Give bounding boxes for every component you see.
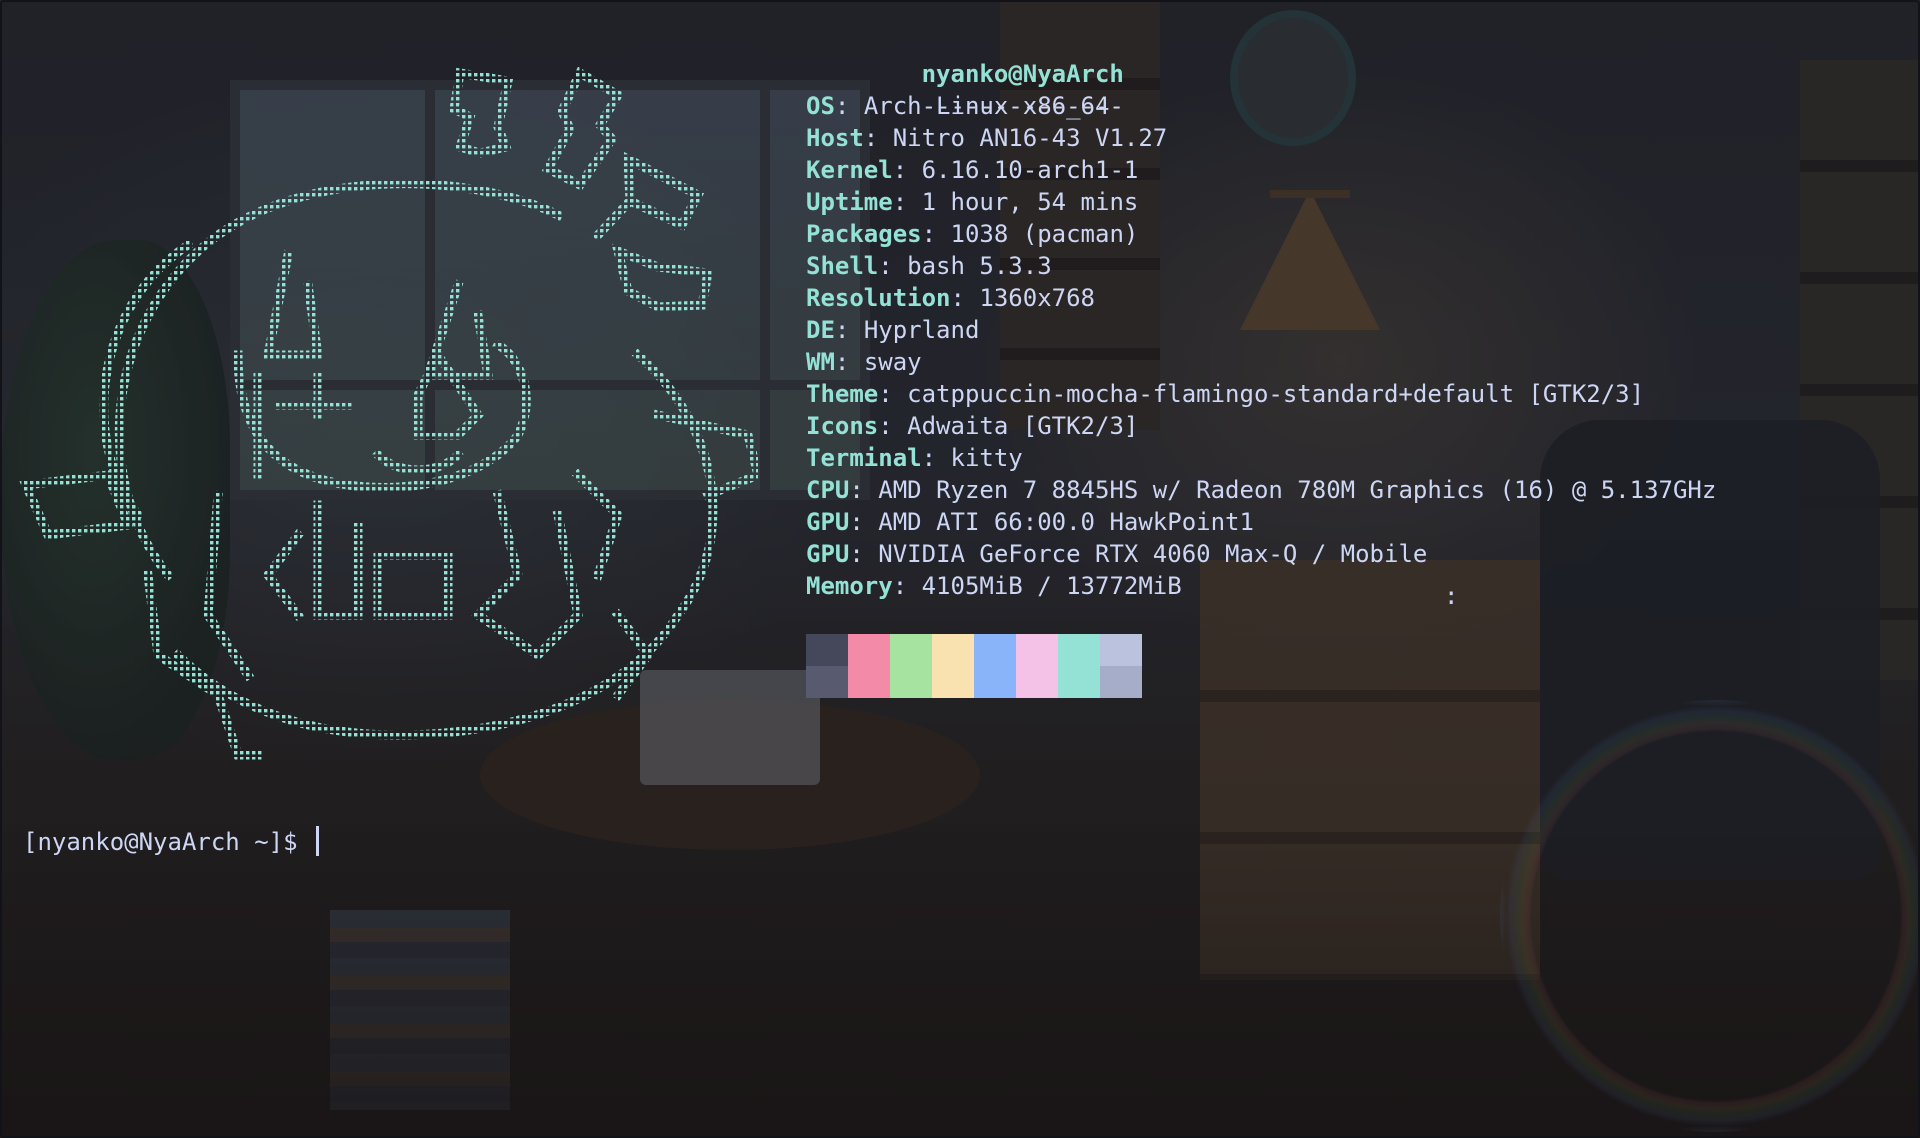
screen-border (0, 0, 1920, 1138)
screen: nyanko@NyaArch -------------- OS: Arch L… (0, 0, 1920, 1138)
